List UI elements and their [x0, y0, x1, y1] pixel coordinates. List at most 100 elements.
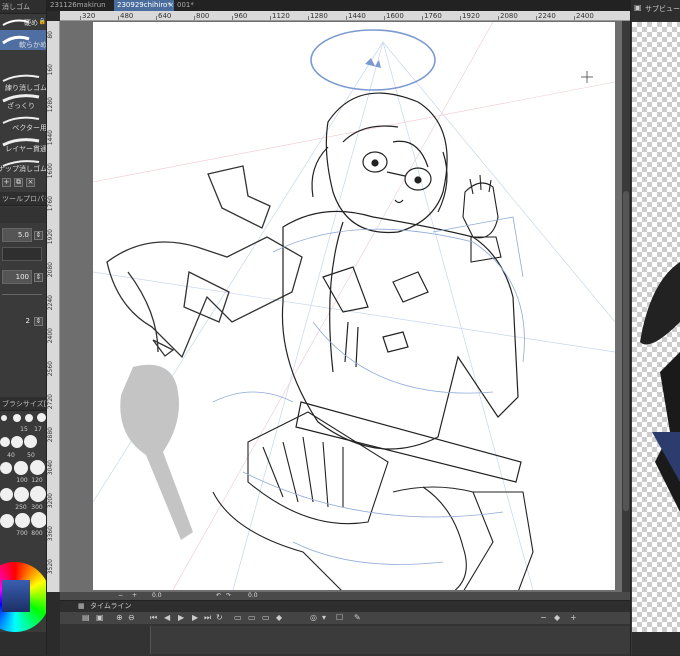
size-value-field[interactable]: 5.0 — [2, 228, 32, 242]
timeline-frames[interactable] — [150, 626, 630, 654]
brush-item-through-layer[interactable]: レイヤー貫通 — [0, 134, 47, 156]
play-icon[interactable]: ▶ — [178, 613, 184, 622]
zoom-out-timeline-icon[interactable]: ⊖ — [128, 613, 135, 622]
new-cel-icon[interactable]: ▭ — [248, 613, 256, 622]
tab-001[interactable]: 001* — [174, 0, 224, 11]
size-dot[interactable] — [15, 513, 30, 528]
ruler-label: 640 — [158, 12, 172, 20]
copy-brush-icon[interactable]: ⧉ — [14, 178, 23, 187]
ruler-label: 1440 — [348, 12, 366, 20]
size-dot[interactable] — [37, 413, 46, 422]
vruler-label: 2080 — [47, 262, 54, 278]
brush-label: ベクター用 — [12, 124, 47, 132]
vruler-label: 1920 — [47, 229, 54, 245]
drawing-canvas[interactable] — [92, 21, 616, 593]
lightbox-icon[interactable]: ☐ — [336, 613, 343, 622]
scrollbar-thumb[interactable] — [623, 191, 629, 511]
hardness-slider[interactable] — [2, 294, 42, 302]
size-dot[interactable] — [1, 415, 7, 421]
loop-icon[interactable]: ↻ — [216, 613, 223, 622]
ruler-label: 1600 — [386, 12, 404, 20]
timeline-header: ▦ タイムライン — [60, 601, 630, 612]
timeline-zoom-slider-icon[interactable]: ◆ — [554, 613, 560, 622]
size-dot[interactable] — [0, 488, 13, 501]
size-dot[interactable] — [14, 461, 28, 475]
cel-icon[interactable]: ▭ — [234, 613, 242, 622]
brush-size-header: ブラシサイズ[軟らかめ] — [0, 397, 46, 411]
tab-230929chihiro[interactable]: 230929chihiro* — [114, 0, 174, 11]
last-frame-icon[interactable]: ⏭ — [204, 613, 211, 622]
size-dot[interactable] — [24, 435, 37, 448]
brush-panel: 消しゴム 硬め 🔒 軟らかめ 練り消しゴム ざっくり ベクター用 レイヤー貫通 … — [0, 0, 47, 655]
ruler-tick — [384, 16, 385, 20]
rotate-left-icon[interactable]: ↶ — [216, 592, 221, 600]
size-dot[interactable] — [11, 436, 23, 448]
size-dot[interactable] — [13, 414, 21, 422]
ruler-tick — [232, 16, 233, 20]
brush-label: レイヤー貫通 — [5, 145, 47, 153]
size-dot[interactable] — [31, 512, 46, 528]
ruler-tick — [156, 16, 157, 20]
opacity-value-field[interactable]: 100 — [2, 270, 32, 284]
delete-brush-icon[interactable]: × — [26, 178, 35, 187]
brush-item-rough[interactable]: ざっくり — [0, 90, 46, 112]
size-dot[interactable] — [0, 514, 14, 528]
hardness-spin-icon[interactable]: ⇕ — [34, 317, 43, 326]
size-spin-icon[interactable]: ⇕ — [34, 231, 43, 240]
vruler-label: 1440 — [47, 130, 54, 146]
sketch-artwork — [92, 21, 616, 593]
tab-label: 001* — [177, 1, 194, 9]
pen-icon[interactable]: ✎ — [354, 613, 361, 622]
size-label: 800 — [31, 530, 43, 537]
first-frame-icon[interactable]: ⏮ — [150, 613, 157, 622]
eraser-panel-header: 消しゴム — [0, 0, 46, 14]
timeline-panel: ▦ タイムライン ▤ ▣ ⊕ ⊖ ⏮ ◀ ▶ ▶ ⏭ ↻ ▭ ▭ ▭ ◆ ◎ ▾… — [60, 600, 630, 656]
ruler-tick — [422, 16, 423, 20]
ruler-tick — [346, 16, 347, 20]
opacity-spin-icon[interactable]: ⇕ — [34, 273, 43, 282]
onion-skin-icon[interactable]: ◎ — [310, 613, 317, 622]
color-square[interactable] — [2, 580, 30, 612]
close-tab-icon[interactable]: × — [168, 0, 174, 11]
next-frame-icon[interactable]: ▶ — [192, 613, 198, 622]
ruler-tick — [498, 16, 499, 20]
ruler-tick — [270, 16, 271, 20]
zoom-icon[interactable]: ⊕ — [116, 613, 123, 622]
brush-item-hard[interactable]: 硬め 🔒 — [0, 14, 46, 30]
add-brush-icon[interactable]: + — [2, 178, 11, 187]
vruler-label: 3200 — [47, 493, 54, 509]
zoom-in-icon[interactable]: + — [132, 592, 137, 600]
canvas-scrollbar[interactable] — [622, 21, 630, 592]
prev-frame-icon[interactable]: ◀ — [164, 613, 170, 622]
size-dot[interactable] — [0, 437, 10, 447]
brush-item-vector[interactable]: ベクター用 — [0, 112, 47, 134]
new-timeline-icon[interactable]: ▤ — [82, 613, 90, 622]
color-wheel[interactable] — [0, 562, 46, 632]
brush-item-snap[interactable]: スナップ消しゴム — [0, 156, 46, 174]
ruler-tick — [80, 16, 81, 20]
rotate-right-icon[interactable]: ↷ — [226, 592, 231, 600]
size-dot[interactable] — [25, 414, 33, 422]
brush-item-soft[interactable]: 軟らかめ — [0, 30, 47, 50]
vruler-label: 3040 — [47, 460, 54, 476]
timeline-zoom-in-icon[interactable]: + — [570, 613, 577, 622]
tab-label: 230929chihiro* — [117, 1, 171, 9]
timeline-edit-icon[interactable]: ▣ — [96, 613, 104, 622]
subview-preview[interactable] — [632, 22, 680, 632]
tab-231126makirun[interactable]: 231126makirun — [47, 0, 114, 11]
size-slider[interactable] — [2, 247, 42, 261]
keyframe-icon[interactable]: ◆ — [276, 613, 282, 622]
size-dot[interactable] — [30, 486, 46, 502]
size-dot[interactable] — [0, 462, 12, 474]
zoom-out-icon[interactable]: − — [118, 592, 123, 600]
vruler-label: 2240 — [47, 295, 54, 311]
brush-label: 軟らかめ — [19, 41, 47, 49]
delete-cel-icon[interactable]: ▭ — [262, 613, 270, 622]
dropdown-icon[interactable]: ▾ — [322, 613, 326, 622]
timeline-zoom-out-icon[interactable]: − — [540, 613, 547, 622]
size-dot[interactable] — [30, 460, 45, 475]
vruler-label: 1600 — [47, 163, 54, 179]
size-dot[interactable] — [14, 487, 29, 502]
tool-property-blank — [0, 207, 46, 223]
timeline-tracks[interactable] — [60, 624, 630, 656]
